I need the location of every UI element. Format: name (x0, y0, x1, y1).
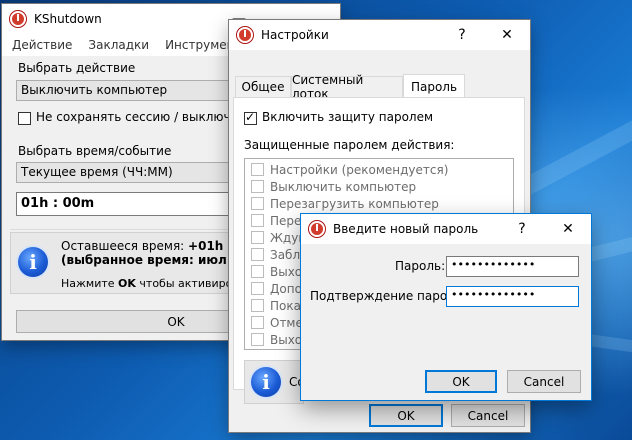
list-item-checkbox[interactable] (251, 163, 264, 176)
menu-bookmarks[interactable]: Закладки (80, 38, 157, 52)
menu-action[interactable]: Действие (2, 38, 80, 52)
info-icon: i (18, 247, 48, 277)
tab-system-tray[interactable]: Системный лоток (291, 73, 403, 101)
remaining-time-label: Оставшееся время: (61, 239, 189, 253)
list-item-checkbox[interactable] (251, 333, 264, 346)
time-group-label: Выбрать время/событие (18, 144, 172, 158)
password-help-button[interactable]: ? (499, 214, 545, 244)
password-dialog-title: Введите новый пароль (333, 222, 479, 236)
list-item-checkbox[interactable] (251, 214, 264, 227)
list-item[interactable]: Выключить компьютер (245, 178, 513, 195)
settings-close-button[interactable]: ✕ (484, 20, 530, 50)
settings-titlebar: Настройки ? ✕ (229, 20, 530, 50)
light-beam (520, 104, 632, 196)
settings-cancel-button[interactable]: Cancel (451, 404, 525, 427)
list-item-checkbox[interactable] (251, 197, 264, 210)
list-item-checkbox[interactable] (251, 180, 264, 193)
enable-password-checkbox[interactable] (244, 110, 257, 125)
password-cancel-button[interactable]: Cancel (507, 370, 581, 393)
list-item-label: Перезагрузить компьютер (270, 196, 439, 211)
list-item-checkbox[interactable] (251, 316, 264, 329)
kshutdown-app-icon (10, 11, 26, 27)
settings-help-button[interactable]: ? (439, 20, 485, 50)
settings-title: Настройки (261, 28, 329, 42)
window-title: KShutdown (34, 12, 102, 26)
info-icon: i (251, 367, 281, 397)
no-save-session-checkbox[interactable] (18, 112, 31, 125)
hint-line: Нажмите OK чтобы активироват (61, 277, 252, 290)
hint-prefix: Нажмите (61, 277, 119, 290)
list-item-checkbox[interactable] (251, 299, 264, 312)
password-dialog-titlebar: Введите новый пароль ? ✕ (301, 214, 591, 244)
list-item-checkbox[interactable] (251, 282, 264, 295)
action-group-label: Выбрать действие (18, 61, 136, 75)
confirm-password-input[interactable]: ••••••••••••• (446, 286, 579, 307)
settings-info-panel: i Со (244, 360, 305, 404)
list-item[interactable]: Настройки (рекомендуется) (245, 161, 513, 178)
settings-app-icon (237, 27, 253, 43)
list-item-checkbox[interactable] (251, 265, 264, 278)
hint-ok: OK (118, 277, 136, 290)
password-dialog-app-icon (309, 221, 325, 237)
password-ok-button[interactable]: OK (425, 370, 497, 393)
list-item-checkbox[interactable] (251, 248, 264, 261)
tab-password[interactable]: Пароль (403, 74, 465, 98)
password-dialog: Введите новый пароль ? ✕ Пароль: •••••••… (301, 214, 591, 400)
password-close-button[interactable]: ✕ (545, 214, 591, 244)
list-item-label: Настройки (рекомендуется) (270, 162, 449, 177)
list-item-checkbox[interactable] (251, 231, 264, 244)
protected-actions-label: Защищенные паролем действия: (244, 138, 455, 152)
enable-password-label: Включить защиту паролем (262, 110, 434, 124)
tab-general[interactable]: Общее (235, 76, 291, 97)
password-input[interactable]: ••••••••••••• (446, 256, 579, 277)
list-item[interactable]: Перезагрузить компьютер (245, 195, 513, 212)
confirm-password-label: Подтверждение пароля: (310, 289, 467, 303)
settings-ok-button[interactable]: OK (369, 404, 443, 427)
list-item-label: Выключить компьютер (270, 179, 417, 194)
password-label: Пароль: (395, 259, 446, 273)
